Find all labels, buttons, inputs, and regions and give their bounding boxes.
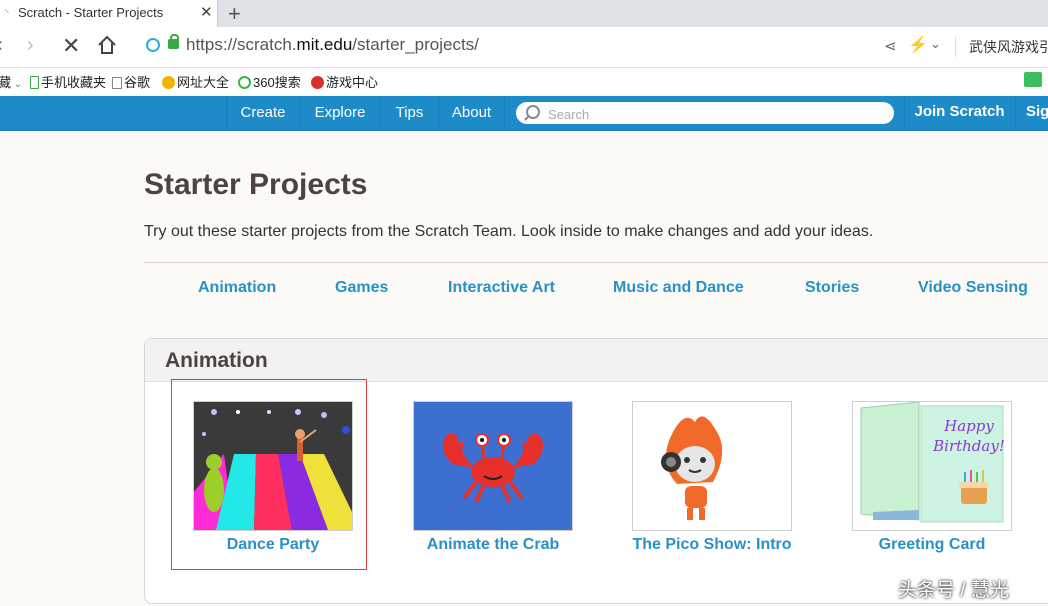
selection-highlight [171,379,367,570]
project-title[interactable]: Animate the Crab [403,535,583,555]
site-info-icon[interactable] [146,38,160,52]
browser-tab-bar: ⸌ Scratch - Starter Projects ✕ + [0,0,1048,27]
360-icon [238,76,251,89]
tab-title: Scratch - Starter Projects [18,5,164,20]
search-input[interactable] [546,104,880,124]
lock-icon [168,34,179,49]
bookmark-item[interactable]: 藏 ⌄ [0,72,22,91]
forward-icon[interactable]: › [27,34,34,57]
scratch-nav-bar: Create Explore Tips About Join Scratch S… [0,96,1048,131]
watermark: 头条号 / 慧光 [898,580,1009,601]
greeting-card-text: Happy Birthday! [933,417,1005,455]
category-music-and-dance[interactable]: Music and Dance [613,279,744,297]
bookmark-item[interactable]: 谷歌 [112,72,150,91]
crab-image [414,402,572,530]
nav-about[interactable]: About [438,96,505,130]
back-icon[interactable]: ‹ [0,34,3,57]
category-animation[interactable]: Animation [198,279,276,297]
nav-tips[interactable]: Tips [380,96,438,130]
game-icon [311,76,324,89]
project-thumbnail[interactable] [413,401,573,531]
share-icon[interactable]: ⋖ [884,37,897,55]
sign-in-button[interactable]: Sig [1015,96,1048,130]
new-tab-icon[interactable]: + [228,0,241,27]
page-intro: Try out these starter projects from the … [144,223,874,240]
browser-tab[interactable]: ⸌ Scratch - Starter Projects ✕ [0,0,218,27]
page-title: Starter Projects [144,168,368,201]
phone-icon [30,76,39,89]
section-title: Animation [165,349,268,372]
category-games[interactable]: Games [335,279,388,297]
project-thumbnail[interactable]: Happy Birthday! [852,401,1012,531]
nav-explore[interactable]: Explore [299,96,380,130]
bookmarks-bar: 藏 ⌄ 手机收藏夹 谷歌 网址大全 360搜索 游戏中心 [0,68,1048,94]
category-stories[interactable]: Stories [805,279,859,297]
bookmark-item[interactable]: 游戏中心 [311,72,378,91]
nav-create[interactable]: Create [226,96,299,130]
search-icon [526,105,540,119]
url-field[interactable]: https://scratch.mit.edu/starter_projects… [138,32,950,62]
close-tab-icon[interactable]: ✕ [200,3,213,21]
section-header: Animation [145,339,1048,382]
nav-search[interactable] [516,102,894,124]
category-interactive-art[interactable]: Interactive Art [448,279,555,297]
pico-image [633,402,791,530]
chevron-down-icon[interactable]: ⌄ [930,36,941,52]
address-toolbar: ‹ › ✕ https://scratch.mit.edu/starter_pr… [0,27,1048,68]
home-icon[interactable] [97,35,117,55]
divider [955,37,956,57]
reader-icon[interactable] [1024,72,1042,87]
project-title[interactable]: The Pico Show: Intro [622,535,802,555]
page-icon [112,77,122,89]
bookmark-item[interactable]: 网址大全 [162,72,229,91]
stop-icon[interactable]: ✕ [62,33,80,59]
join-scratch-button[interactable]: Join Scratch [904,96,1014,130]
project-title[interactable]: Greeting Card [842,535,1022,555]
divider [144,262,1048,263]
project-thumbnail[interactable] [632,401,792,531]
url-text: https://scratch.mit.edu/starter_projects… [186,35,479,54]
search-suggest[interactable]: 武侠风游戏引 [969,37,1048,57]
bookmark-item[interactable]: 360搜索 [238,72,301,91]
loading-icon: ⸌ [4,8,10,20]
bolt-icon[interactable]: ⚡ [908,35,928,55]
web-icon [162,76,175,89]
category-video-sensing[interactable]: Video Sensing [918,279,1028,297]
bookmark-item[interactable]: 手机收藏夹 [30,72,106,91]
